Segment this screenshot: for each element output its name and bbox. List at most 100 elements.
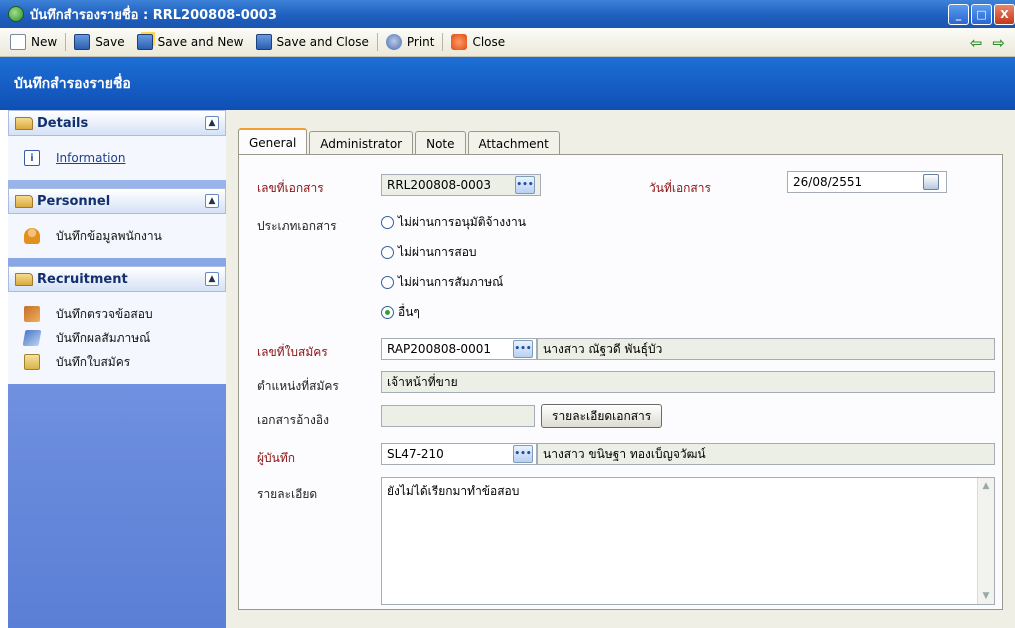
sidebar-section-details: Details ▲ i Information [8,110,226,180]
radio-button [381,246,394,259]
collapse-icon[interactable]: ▲ [205,116,219,130]
sidebar-item-application[interactable]: บันทึกใบสมัคร [8,350,226,374]
section-label: Recruitment [37,271,128,287]
sidebar-item-label: บันทึกข้อมูลพนักงาน [56,228,162,243]
detail-textarea[interactable]: ยังไม่ได้เรียกมาทำข้อสอบ ▲ ▼ [381,477,995,605]
doc-type-option-4[interactable]: อื่นๆ [381,303,420,322]
tab-strip: General Administrator Note Attachment [238,128,562,155]
section-header-details[interactable]: Details ▲ [8,110,226,136]
exam-icon [24,306,40,322]
scroll-down-icon[interactable]: ▼ [980,590,992,602]
toolbar-separator [376,33,378,51]
close-icon [451,34,468,50]
new-button[interactable]: New [4,31,63,53]
sidebar-item-information[interactable]: i Information [8,146,226,170]
application-icon [24,354,40,370]
page-title: บันทึกสำรองรายชื่อ [0,57,1015,110]
sidebar-item-label: บันทึกใบสมัคร [56,354,131,369]
window-controls: _ □ X [948,4,1015,25]
sidebar-item-label: บันทึกผลสัมภาษณ์ [56,330,151,345]
doc-type-option-3[interactable]: ไม่ผ่านการสัมภาษณ์ [381,273,503,292]
section-header-personnel[interactable]: Personnel ▲ [8,188,226,214]
position-field: เจ้าหน้าที่ขาย [381,371,995,393]
calendar-icon[interactable] [923,174,939,190]
folder-icon [15,272,33,286]
sidebar-item-exam[interactable]: บันทึกตรวจข้อสอบ [8,302,226,326]
print-icon [385,34,402,50]
tab-note[interactable]: Note [415,131,466,155]
collapse-icon[interactable]: ▲ [205,194,219,208]
folder-icon [15,116,33,130]
main-area: General Administrator Note Attachment เล… [226,110,1015,628]
detail-text: ยังไม่ได้เรียกมาทำข้อสอบ [387,484,520,498]
reference-doc-label: เอกสารอ้างอิง [257,413,329,427]
applicant-no-label: เลขที่ใบสมัคร [257,345,328,359]
section-header-recruitment[interactable]: Recruitment ▲ [8,266,226,292]
save-button[interactable]: Save [68,31,130,53]
save-and-close-button[interactable]: Save and Close [250,31,375,53]
minimize-button[interactable]: _ [948,4,969,25]
recorder-lookup-button[interactable]: ••• [513,445,533,463]
record-navigation: ⇦ ⇨ [970,34,1005,52]
sidebar-item-interview[interactable]: บันทึกผลสัมภาษณ์ [8,326,226,350]
sidebar-item-label: Information [56,151,126,165]
info-icon: i [24,150,40,166]
radio-label: ไม่ผ่านการสัมภาษณ์ [398,275,504,289]
sidebar-section-personnel: Personnel ▲ บันทึกข้อมูลพนักงาน [8,188,226,258]
collapse-icon[interactable]: ▲ [205,272,219,286]
close-button-label: Close [472,35,506,49]
textarea-scrollbar[interactable]: ▲ ▼ [977,478,994,604]
sidebar-item-employee-record[interactable]: บันทึกข้อมูลพนักงาน [8,224,226,248]
save-disk-icon [74,34,91,50]
document-details-button[interactable]: รายละเอียดเอกสาร [541,404,663,428]
doc-no-label: เลขที่เอกสาร [257,181,324,195]
recorder-label: ผู้บันทึก [257,451,296,465]
reference-doc-field[interactable] [381,405,535,427]
doc-type-option-2[interactable]: ไม่ผ่านการสอบ [381,243,477,262]
toolbar: New Save Save and New Save and Close Pri… [0,28,1015,57]
person-icon [24,228,40,244]
recorder-name-field: นางสาว ขนิษฐา ทองเบ็ญจวัฒน์ [537,443,995,465]
toolbar-separator [442,33,444,51]
maximize-button[interactable]: □ [971,4,992,25]
doc-date-label: วันที่เอกสาร [649,181,711,195]
radio-button [381,216,394,229]
position-label: ตำแหน่งที่สมัคร [257,379,339,393]
window-titlebar: บันทึกสำรองรายชื่อ : RRL200808-0003 _ □ … [0,0,1015,28]
applicant-name-field: นางสาว ณัฐวดี พันธุ์บัว [537,338,995,360]
close-window-button[interactable]: X [994,4,1015,25]
radio-label: อื่นๆ [398,305,420,319]
print-button[interactable]: Print [380,31,441,53]
tab-general[interactable]: General [238,128,308,155]
doc-type-option-1[interactable]: ไม่ผ่านการอนุมัติจ้างงาน [381,213,526,232]
sidebar-item-label: บันทึกตรวจข้อสอบ [56,306,153,321]
save-and-new-button[interactable]: Save and New [131,31,250,53]
header-band: บันทึกสำรองรายชื่อ [0,57,1015,110]
radio-label: ไม่ผ่านการสอบ [398,245,477,259]
new-document-icon [10,34,26,50]
next-arrow-icon[interactable]: ⇨ [992,34,1005,52]
tab-administrator[interactable]: Administrator [309,131,414,155]
save-and-new-label: Save and New [157,35,244,49]
doc-no-lookup-button[interactable]: ••• [515,176,535,194]
doc-type-label: ประเภทเอกสาร [257,219,337,233]
app-globe-icon [8,6,24,22]
close-button[interactable]: Close [445,31,511,53]
previous-arrow-icon[interactable]: ⇦ [970,34,983,52]
radio-label: ไม่ผ่านการอนุมัติจ้างงาน [398,215,526,229]
general-tab-panel: เลขที่เอกสาร RRL200808-0003 ••• วันที่เอ… [238,154,1003,610]
sidebar: Details ▲ i Information Personnel ▲ บันท… [8,110,226,628]
detail-label: รายละเอียด [257,487,318,501]
section-body: i Information [8,136,226,180]
new-button-label: New [31,35,58,49]
applicant-lookup-button[interactable]: ••• [513,340,533,358]
save-close-icon [255,34,272,50]
section-label: Details [37,115,89,131]
print-button-label: Print [406,35,435,49]
scroll-up-icon[interactable]: ▲ [980,480,992,492]
window-title: บันทึกสำรองรายชื่อ : RRL200808-0003 [30,7,277,23]
folder-icon [15,194,33,208]
tab-attachment[interactable]: Attachment [467,131,560,155]
save-new-icon [136,34,153,50]
section-body: บันทึกข้อมูลพนักงาน [8,214,226,258]
